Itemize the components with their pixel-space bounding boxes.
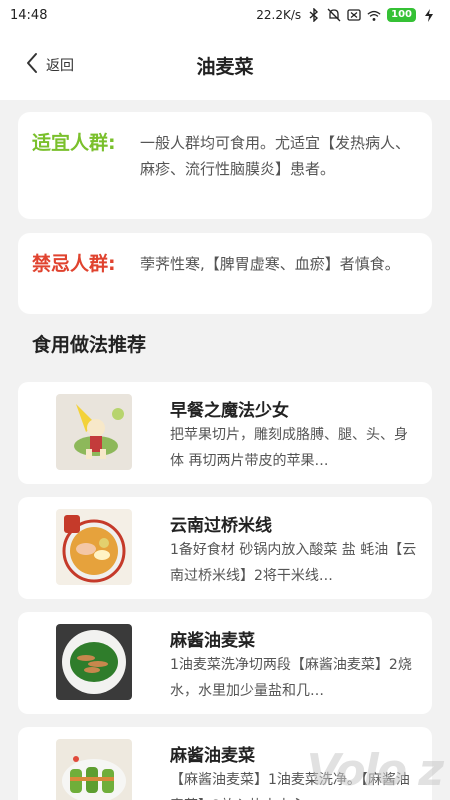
recipe-desc: 1油麦菜洗净切两段【麻酱油麦菜】2烧水，水里加少量盐和几… [170, 657, 412, 699]
top-area: 14:48 22.2K/s 100 返回 油麦菜 [0, 0, 450, 100]
sesame-lettuce-rolls-image [56, 739, 132, 800]
recipe-name: 麻酱油麦菜 [170, 631, 255, 651]
suitable-label: 适宜人群: [32, 132, 116, 154]
recipe-item[interactable]: 早餐之魔法少女 把苹果切片，雕刻成胳膊、腿、头、身体 再切两片带皮的苹果… [18, 382, 432, 484]
recipe-item[interactable]: 云南过桥米线 1备好食材 砂锅内放入酸菜 盐 蚝油【云南过桥米线】2将干米线… [18, 497, 432, 599]
back-label: 返回 [46, 58, 74, 74]
sesame-lettuce-image [56, 624, 132, 700]
charging-icon [422, 8, 436, 22]
taboo-text: 荸荠性寒,【脾胃虚寒、血瘀】者慎食。 [140, 255, 400, 273]
recipe-desc: 把苹果切片，雕刻成胳膊、腿、头、身体 再切两片带皮的苹果… [170, 427, 408, 469]
back-arrow-icon [26, 52, 38, 78]
recipe-desc: 1备好食材 砂锅内放入酸菜 盐 蚝油【云南过桥米线】2将干米线… [170, 542, 417, 584]
suitable-text: 一般人群均可食用。尤适宜【发热病人、麻疹、流行性脑膜炎】患者。 [140, 134, 411, 178]
status-time: 14:48 [10, 7, 48, 23]
crossing-bridge-noodles-image [56, 509, 132, 585]
recipe-desc: 【麻酱油麦菜】1油麦菜洗净。【麻酱油麦菜】2放入热水中汆 [170, 772, 410, 800]
status-icons: 22.2K/s 100 [256, 8, 436, 22]
recipe-name: 云南过桥米线 [170, 516, 272, 536]
recipe-item[interactable]: 麻酱油麦菜 【麻酱油麦菜】1油麦菜洗净。【麻酱油麦菜】2放入热水中汆 [18, 727, 432, 800]
recipe-name: 早餐之魔法少女 [170, 401, 289, 421]
net-speed: 22.2K/s [256, 8, 302, 22]
suitable-card: 适宜人群: 一般人群均可食用。尤适宜【发热病人、麻疹、流行性脑膜炎】患者。 [18, 112, 432, 219]
recipe-name: 麻酱油麦菜 [170, 746, 255, 766]
mute-icon [327, 8, 341, 22]
taboo-label: 禁忌人群: [32, 253, 116, 275]
battery-icon: 100 [387, 8, 416, 22]
section-title: 食用做法推荐 [32, 334, 147, 356]
sim-icon [347, 8, 361, 22]
bluetooth-icon [307, 8, 321, 22]
wifi-icon [367, 8, 381, 22]
nav-bar: 返回 油麦菜 [0, 30, 450, 100]
status-bar: 14:48 22.2K/s 100 [0, 0, 450, 30]
back-button[interactable]: 返回 [26, 52, 74, 78]
magic-girl-breakfast-image [56, 394, 132, 470]
taboo-card: 禁忌人群: 荸荠性寒,【脾胃虚寒、血瘀】者慎食。 [18, 233, 432, 314]
recipe-item[interactable]: 麻酱油麦菜 1油麦菜洗净切两段【麻酱油麦菜】2烧水，水里加少量盐和几… [18, 612, 432, 714]
